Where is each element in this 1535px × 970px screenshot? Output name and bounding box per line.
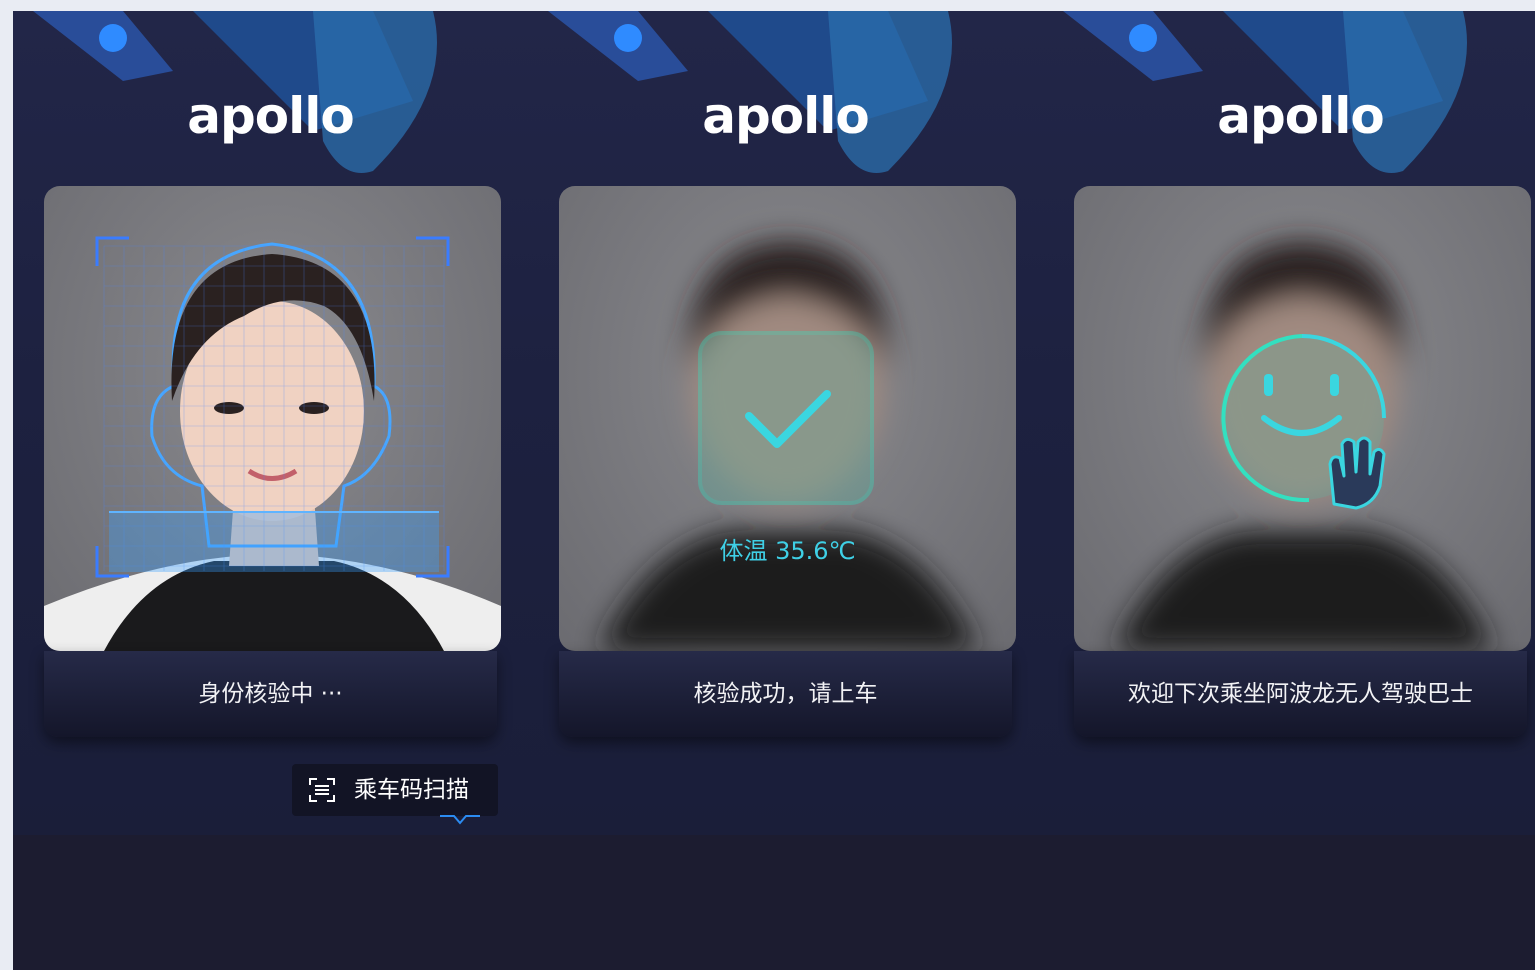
apollo-logo: apollo bbox=[1217, 87, 1385, 145]
scan-button-label: 乘车码扫描 bbox=[354, 777, 469, 803]
face-photo bbox=[44, 186, 501, 651]
blurred-face-photo bbox=[1074, 186, 1531, 651]
status-bar: 欢迎下次乘坐阿波龙无人驾驶巴士 bbox=[1074, 651, 1527, 737]
panel-identity-check: apollo 身份核验中 ··· 乘车码扫描 bbox=[13, 11, 528, 835]
panel-farewell: apollo 欢迎下次乘坐阿波龙无人驾驶巴士 bbox=[1043, 11, 1535, 835]
status-bar: 核验成功，请上车 bbox=[559, 651, 1012, 737]
apollo-logo: apollo bbox=[702, 87, 870, 145]
status-bar: 身份核验中 ··· bbox=[44, 651, 497, 737]
temperature-readout: 体温 35.6℃ bbox=[719, 537, 856, 565]
smile-wave-icon bbox=[1220, 334, 1386, 510]
bottom-area bbox=[13, 835, 1535, 970]
panel-verify-success: apollo 体温 35.6℃ 核验成功，请上车 bbox=[528, 11, 1043, 835]
ride-code-scan-button[interactable]: 乘车码扫描 bbox=[292, 764, 498, 825]
blurred-face-illustration bbox=[1114, 241, 1494, 651]
face-scan-illustration bbox=[44, 236, 501, 651]
button-pointer bbox=[440, 815, 480, 825]
blurred-face-photo: 体温 35.6℃ bbox=[559, 186, 1016, 651]
apollo-logo: apollo bbox=[187, 87, 355, 145]
top-strip bbox=[0, 0, 1535, 11]
blurred-face-illustration bbox=[599, 241, 979, 651]
qr-scan-icon bbox=[309, 778, 335, 802]
left-strip bbox=[0, 0, 13, 970]
